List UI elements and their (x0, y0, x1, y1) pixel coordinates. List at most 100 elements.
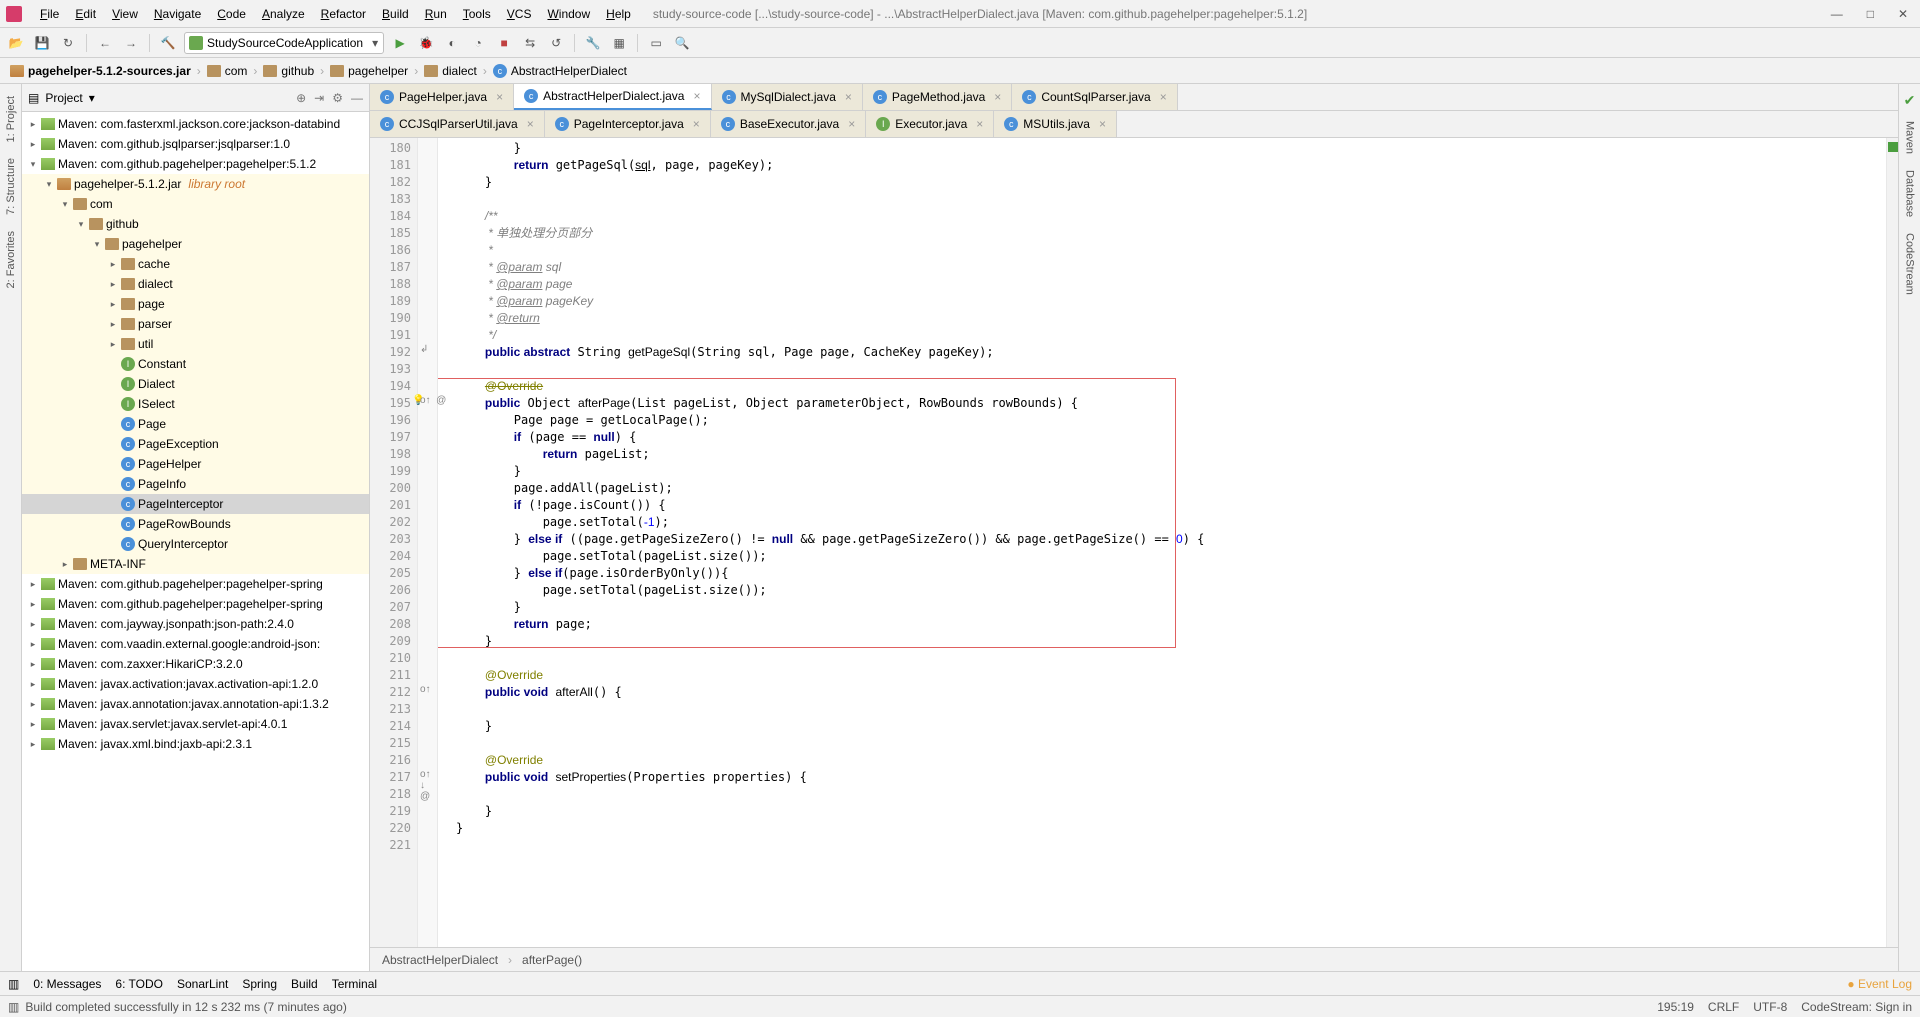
tree-node[interactable]: ▸Maven: com.github.jsqlparser:jsqlparser… (22, 134, 369, 154)
menu-tools[interactable]: Tools (455, 7, 499, 21)
tree-node[interactable]: cPage (22, 414, 369, 434)
tree-arrow-icon[interactable]: ▸ (28, 719, 38, 730)
crumb-method[interactable]: afterPage() (522, 953, 582, 967)
check-icon[interactable]: ✔ (1904, 88, 1916, 113)
refresh-icon[interactable]: ↻ (58, 33, 78, 53)
right-rail-item[interactable]: CodeStream (1902, 225, 1918, 303)
tree-node[interactable]: ▾pagehelper (22, 234, 369, 254)
tree-node[interactable]: cPageException (22, 434, 369, 454)
tab-close-icon[interactable]: × (693, 117, 700, 131)
left-rail-item[interactable]: 7: Structure (3, 150, 19, 223)
sdk-icon[interactable]: ▭ (646, 33, 666, 53)
file-encoding[interactable]: UTF-8 (1753, 1000, 1787, 1014)
editor-tab[interactable]: cPageMethod.java× (863, 84, 1012, 110)
tree-node[interactable]: IDialect (22, 374, 369, 394)
breadcrumb-item[interactable]: dialect (420, 64, 481, 78)
locate-icon[interactable]: ⊕ (296, 91, 306, 105)
tree-node[interactable]: ▸cache (22, 254, 369, 274)
attach-icon[interactable]: ⇆ (520, 33, 540, 53)
tree-node[interactable]: ▸Maven: javax.xml.bind:jaxb-api:2.3.1 (22, 734, 369, 754)
close-icon[interactable]: ✕ (1898, 7, 1908, 21)
tree-node[interactable]: ▸Maven: com.vaadin.external.google:andro… (22, 634, 369, 654)
profile-icon[interactable]: ◔ (468, 33, 488, 53)
back-icon[interactable]: ← (95, 33, 115, 53)
editor-tab[interactable]: cCountSqlParser.java× (1012, 84, 1177, 110)
tree-arrow-icon[interactable]: ▸ (108, 339, 118, 350)
editor-tab[interactable]: cBaseExecutor.java× (711, 111, 866, 137)
override-marker-icon-2[interactable]: o↑ (420, 684, 431, 695)
tab-close-icon[interactable]: × (527, 117, 534, 131)
hide-icon[interactable]: — (351, 91, 363, 105)
tree-arrow-icon[interactable]: ▸ (28, 699, 38, 710)
right-rail-item[interactable]: Database (1902, 162, 1918, 225)
tree-node[interactable]: cPageInterceptor (22, 494, 369, 514)
tree-node[interactable]: ▸Maven: com.github.pagehelper:pagehelper… (22, 594, 369, 614)
editor-tab[interactable]: cAbstractHelperDialect.java× (514, 84, 711, 110)
statusbar-item[interactable]: Build (291, 977, 318, 991)
tree-arrow-icon[interactable]: ▸ (28, 659, 38, 670)
codestream-status[interactable]: CodeStream: Sign in (1801, 1000, 1912, 1014)
run-icon[interactable]: ▶ (390, 33, 410, 53)
tree-node[interactable]: ▾pagehelper-5.1.2.jarlibrary root (22, 174, 369, 194)
tree-arrow-icon[interactable]: ▸ (28, 119, 38, 130)
tree-arrow-icon[interactable]: ▸ (28, 579, 38, 590)
tree-node[interactable]: cPageInfo (22, 474, 369, 494)
tab-close-icon[interactable]: × (976, 117, 983, 131)
menu-run[interactable]: Run (417, 7, 455, 21)
tree-node[interactable]: cQueryInterceptor (22, 534, 369, 554)
editor-tab[interactable]: cCCJSqlParserUtil.java× (370, 111, 545, 137)
menu-vcs[interactable]: VCS (499, 7, 540, 21)
chevron-down-icon[interactable]: ▾ (89, 91, 95, 105)
minimize-icon[interactable]: — (1831, 7, 1843, 21)
tree-arrow-icon[interactable]: ▸ (28, 739, 38, 750)
statusbar-item[interactable]: 0: Messages (33, 977, 101, 991)
breadcrumb-item[interactable]: pagehelper (326, 64, 412, 78)
open-icon[interactable]: 📂 (6, 33, 26, 53)
save-icon[interactable]: 💾 (32, 33, 52, 53)
build-icon[interactable]: 🔨 (158, 33, 178, 53)
debug-icon[interactable]: 🐞 (416, 33, 436, 53)
tree-node[interactable]: IConstant (22, 354, 369, 374)
editor-tab[interactable]: IExecutor.java× (866, 111, 994, 137)
left-rail-item[interactable]: 2: Favorites (3, 223, 19, 296)
menu-view[interactable]: View (104, 7, 146, 21)
tree-arrow-icon[interactable]: ▸ (108, 299, 118, 310)
tree-node[interactable]: ▸dialect (22, 274, 369, 294)
menu-analyze[interactable]: Analyze (254, 7, 313, 21)
tool-window-icon-2[interactable]: ▥ (8, 1000, 19, 1014)
tree-node[interactable]: ▸page (22, 294, 369, 314)
statusbar-item[interactable]: Terminal (332, 977, 377, 991)
breadcrumb-item[interactable]: com (203, 64, 252, 78)
tree-node[interactable]: ▸parser (22, 314, 369, 334)
left-rail-item[interactable]: 1: Project (3, 88, 19, 150)
breadcrumb-item[interactable]: cAbstractHelperDialect (489, 64, 631, 78)
tree-node[interactable]: ▸util (22, 334, 369, 354)
tree-node[interactable]: cPageRowBounds (22, 514, 369, 534)
editor-tab[interactable]: cPageHelper.java× (370, 84, 514, 110)
tree-node[interactable]: ▸Maven: com.zaxxer:HikariCP:3.2.0 (22, 654, 369, 674)
tree-node[interactable]: ▾com (22, 194, 369, 214)
tree-node[interactable]: ▸Maven: com.jayway.jsonpath:json-path:2.… (22, 614, 369, 634)
project-tree[interactable]: ▸Maven: com.fasterxml.jackson.core:jacks… (22, 112, 369, 971)
menu-edit[interactable]: Edit (67, 7, 104, 21)
menu-refactor[interactable]: Refactor (313, 7, 374, 21)
breadcrumb-item[interactable]: pagehelper-5.1.2-sources.jar (6, 64, 195, 78)
tree-node[interactable]: ▸Maven: javax.activation:javax.activatio… (22, 674, 369, 694)
editor-tab[interactable]: cMSUtils.java× (994, 111, 1117, 137)
right-rail-item[interactable]: Maven (1902, 113, 1918, 162)
forward-icon[interactable]: → (121, 33, 141, 53)
tree-arrow-icon[interactable]: ▸ (28, 639, 38, 650)
tree-arrow-icon[interactable]: ▾ (92, 239, 102, 250)
run-config-combo[interactable]: StudySourceCodeApplication (184, 32, 384, 54)
tree-arrow-icon[interactable]: ▸ (28, 139, 38, 150)
rerun-icon[interactable]: ↺ (546, 33, 566, 53)
maximize-icon[interactable]: □ (1867, 7, 1874, 21)
tab-close-icon[interactable]: × (994, 90, 1001, 104)
tree-node[interactable]: IISelect (22, 394, 369, 414)
stop-icon[interactable]: ■ (494, 33, 514, 53)
tree-arrow-icon[interactable]: ▸ (28, 679, 38, 690)
menu-build[interactable]: Build (374, 7, 417, 21)
editor-tab[interactable]: cMySqlDialect.java× (712, 84, 863, 110)
menu-navigate[interactable]: Navigate (146, 7, 209, 21)
tree-node[interactable]: ▸Maven: javax.annotation:javax.annotatio… (22, 694, 369, 714)
